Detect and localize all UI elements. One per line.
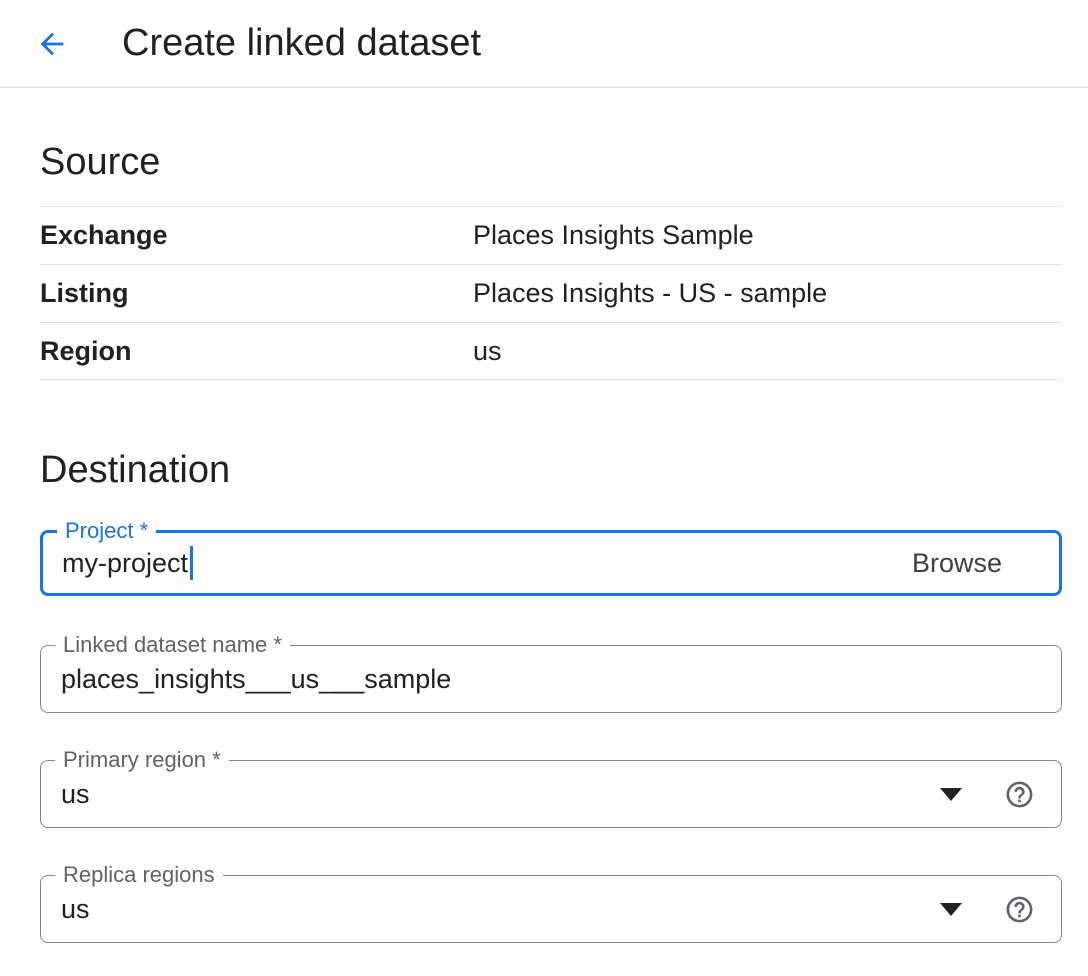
exchange-label: Exchange — [40, 220, 473, 251]
chevron-down-icon[interactable] — [940, 903, 962, 916]
replica-regions-select[interactable]: Replica regions us — [40, 875, 1062, 943]
chevron-down-icon[interactable] — [940, 788, 962, 801]
destination-heading: Destination — [40, 446, 1062, 494]
browse-button[interactable]: Browse — [912, 548, 1002, 579]
primary-region-label: Primary region * — [55, 746, 229, 774]
replica-regions-help-button[interactable] — [1003, 893, 1035, 925]
replica-regions-value: us — [61, 894, 940, 925]
help-circle-icon — [1004, 779, 1035, 810]
help-circle-icon — [1004, 894, 1035, 925]
exchange-value: Places Insights Sample — [473, 220, 754, 251]
table-row-exchange: Exchange Places Insights Sample — [40, 206, 1062, 264]
table-row-listing: Listing Places Insights - US - sample — [40, 264, 1062, 322]
listing-label: Listing — [40, 278, 473, 309]
primary-region-help-button[interactable] — [1003, 778, 1035, 810]
primary-region-select[interactable]: Primary region * us — [40, 760, 1062, 828]
replica-regions-label: Replica regions — [55, 861, 223, 889]
back-arrow-icon — [35, 27, 69, 61]
project-field-label: Project * — [57, 517, 156, 545]
linked-dataset-name-label: Linked dataset name * — [55, 631, 290, 659]
primary-region-value: us — [61, 779, 940, 810]
region-value: us — [473, 336, 502, 367]
project-field-value: my-project — [62, 548, 188, 579]
project-field[interactable]: Project * my-project Browse — [40, 530, 1062, 596]
source-heading: Source — [40, 138, 1062, 186]
text-cursor — [190, 546, 193, 580]
linked-dataset-name-value: places_insights___us___sample — [61, 664, 451, 695]
source-table: Exchange Places Insights Sample Listing … — [40, 206, 1062, 380]
page-header: Create linked dataset — [0, 0, 1088, 88]
listing-value: Places Insights - US - sample — [473, 278, 827, 309]
page-title: Create linked dataset — [122, 22, 481, 65]
region-label: Region — [40, 336, 473, 367]
source-section: Source Exchange Places Insights Sample L… — [40, 138, 1062, 380]
main-content: Source Exchange Places Insights Sample L… — [0, 138, 1088, 943]
back-button[interactable] — [32, 24, 72, 64]
destination-section: Destination Project * my-project Browse … — [40, 446, 1062, 943]
linked-dataset-name-field[interactable]: Linked dataset name * places_insights___… — [40, 645, 1062, 713]
table-row-region: Region us — [40, 322, 1062, 380]
